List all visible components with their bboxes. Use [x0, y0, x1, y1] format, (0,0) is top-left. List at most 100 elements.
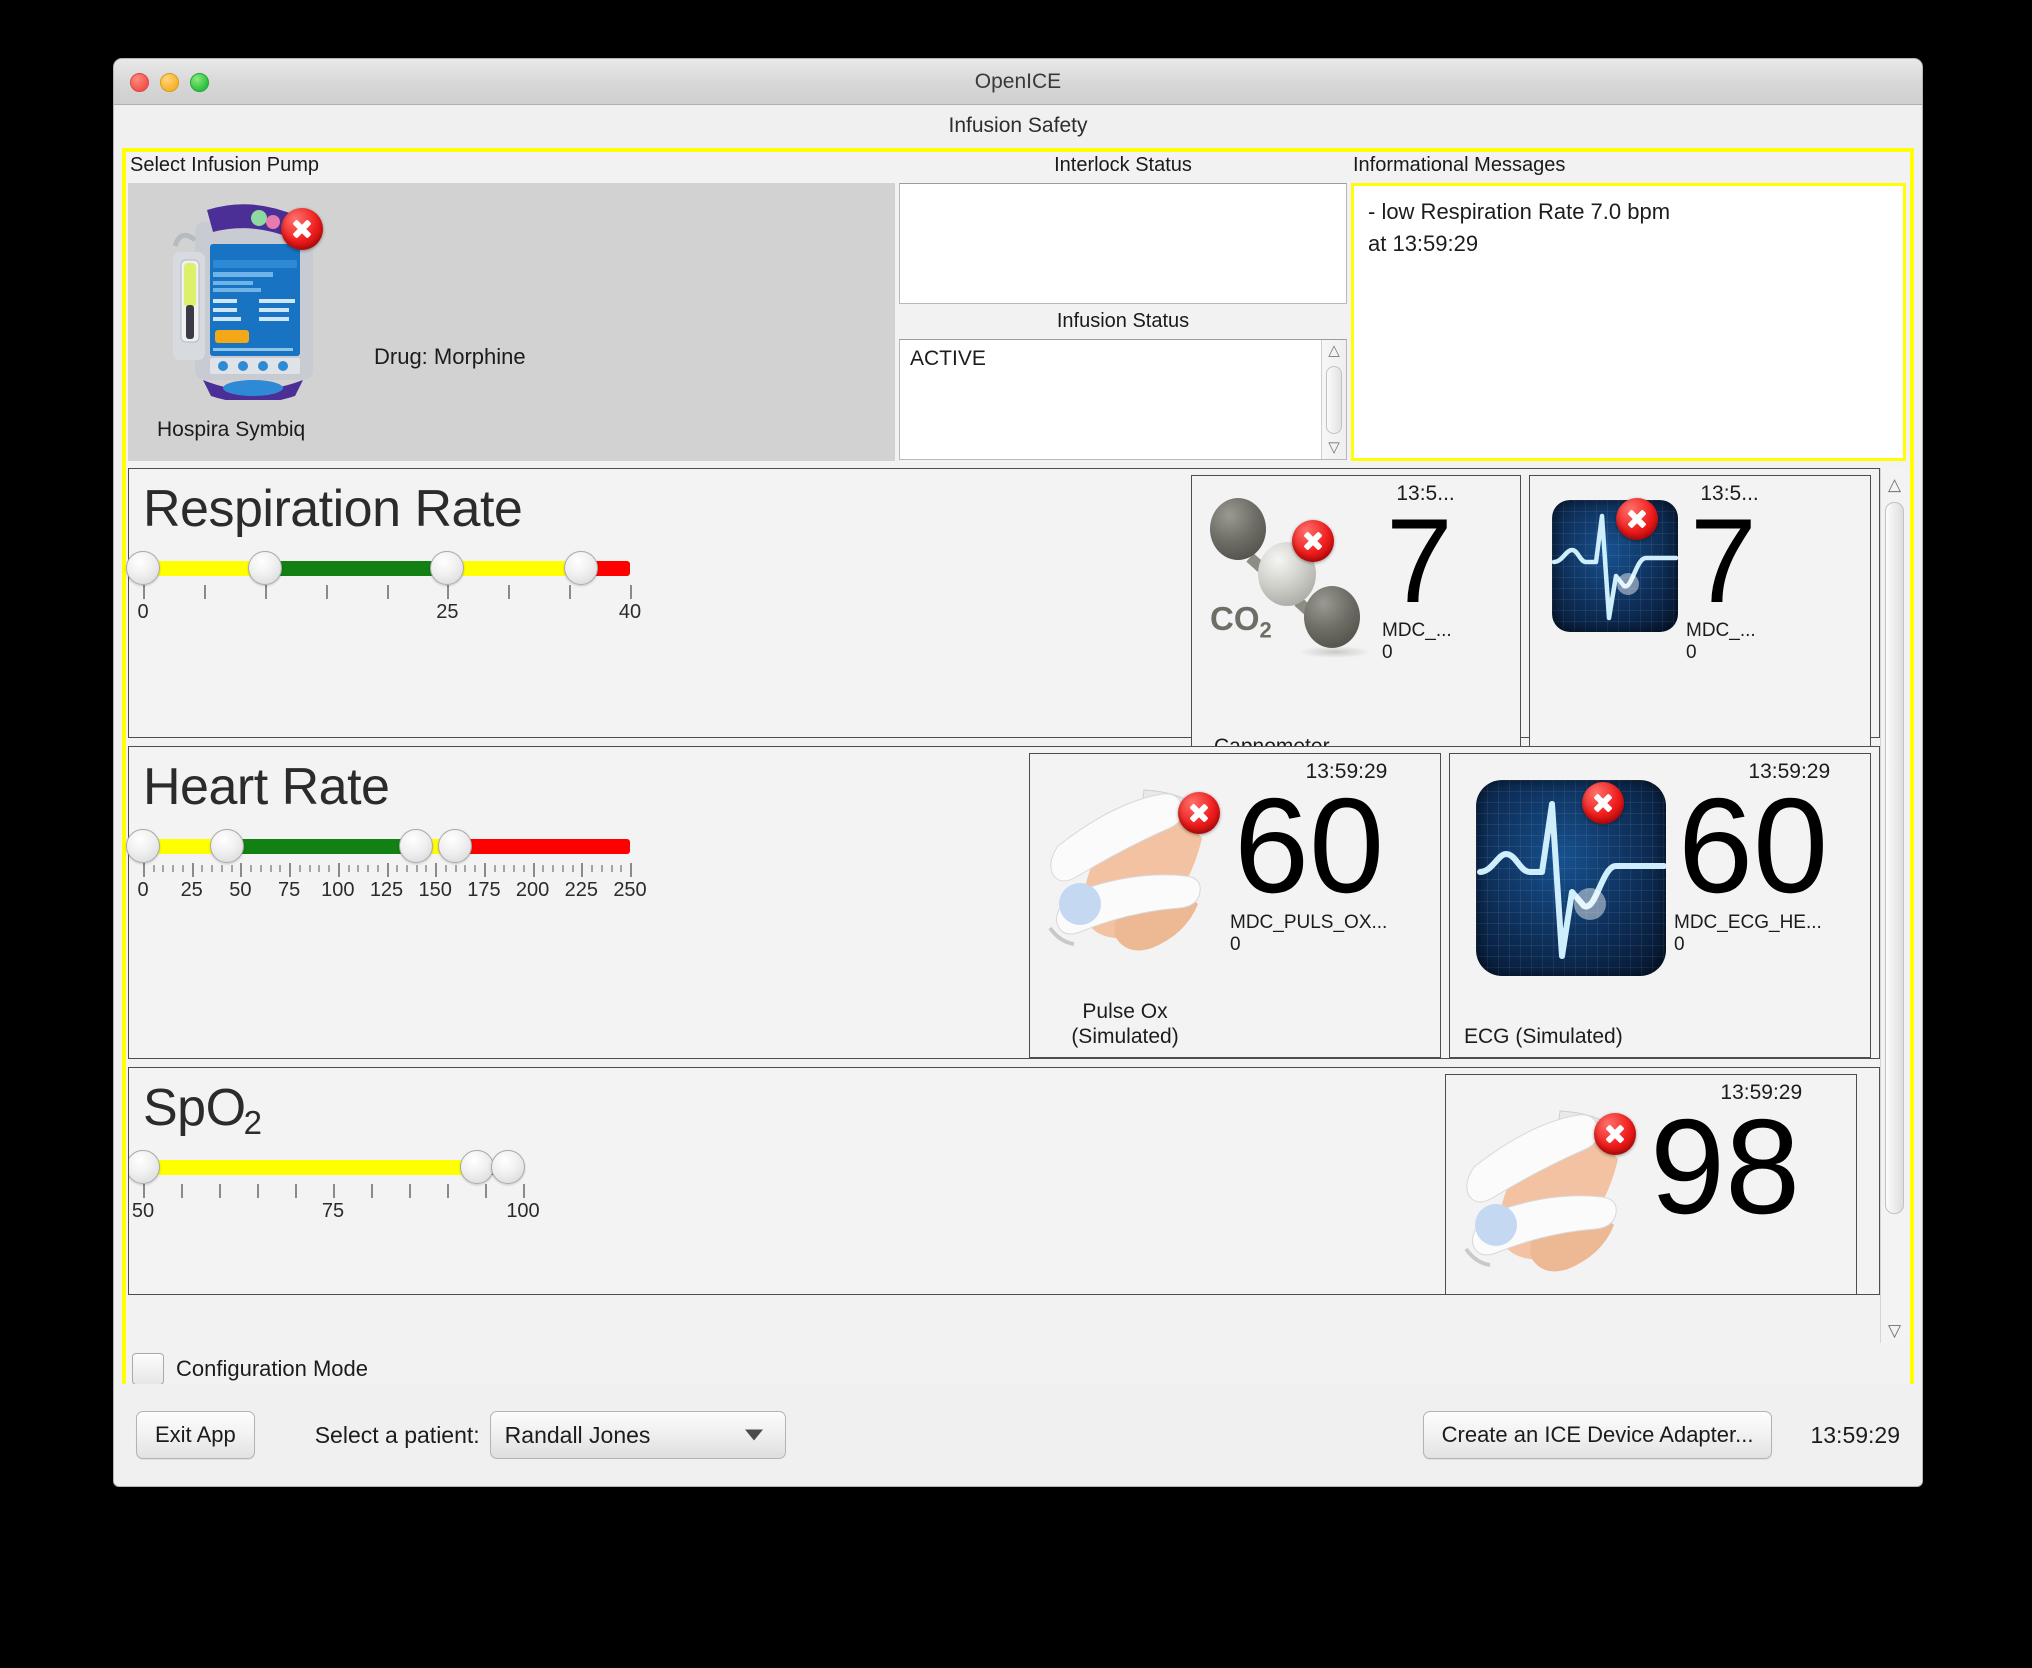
spo2-slider[interactable]: 50 75 100	[129, 1140, 1445, 1232]
respiration-rate-device-tiles: CO2 13:5... 7 MDC_... 0 13:5... 7 MDC_..…	[1191, 469, 1879, 793]
slider-range-segment	[143, 1160, 478, 1175]
app-window: OpenICE Infusion Safety Select Infusion …	[113, 58, 1923, 1487]
capnometer-metric-instance: 0	[1382, 642, 1393, 664]
configuration-mode-label: Configuration Mode	[176, 1356, 369, 1381]
slider-thumb-0[interactable]	[129, 1150, 160, 1184]
slider-tick	[152, 865, 155, 872]
scrollbar-thumb[interactable]	[1885, 502, 1904, 1214]
slider-tick	[503, 865, 506, 872]
device-tile-ecg-hr[interactable]: 13:59:29 60 MDC_ECG_HE... 0 ECG (Simulat…	[1449, 753, 1871, 1058]
slider-tick	[257, 1184, 259, 1198]
heart-rate-device-tiles: 13:59:29 60 MDC_PULS_OX... 0 Pulse Ox (S…	[1029, 747, 1879, 1058]
spo2-pulse-ox-icon-wrap	[1446, 1075, 1638, 1281]
slider-ticks	[143, 863, 632, 877]
pulse-ox-hr-metric: MDC_PULS_OX... 0	[1224, 908, 1395, 956]
infusion-status-box[interactable]: ACTIVE △ ▽	[899, 339, 1347, 460]
slider-tick	[405, 865, 408, 872]
scrollbar-thumb[interactable]	[1326, 366, 1342, 434]
create-ice-device-adapter-button[interactable]: Create an ICE Device Adapter...	[1422, 1411, 1773, 1459]
slider-tick	[259, 865, 262, 872]
slider-tick	[415, 865, 418, 872]
slider-thumb-3[interactable]	[564, 551, 599, 585]
slider-tick-label: 100	[506, 1200, 540, 1222]
interlock-status-value[interactable]	[899, 183, 1347, 304]
ecg-hr-device-label: ECG (Simulated)	[1464, 1025, 1623, 1049]
slider-tick	[444, 865, 447, 872]
co2-molecule-icon: CO2	[1204, 490, 1374, 662]
informational-messages-text[interactable]: - low Respiration Rate 7.0 bpm at 13:59:…	[1351, 183, 1906, 461]
slider-tick	[328, 865, 331, 872]
slider-tick	[620, 865, 623, 872]
ecg-rr-metric-id: MDC_...	[1686, 620, 1756, 642]
slider-tick	[376, 865, 379, 872]
capnometer-readout: 13:5... 7 MDC_... 0	[1374, 476, 1463, 664]
slider-tick	[523, 1184, 525, 1198]
capnometer-error-badge	[1292, 520, 1334, 562]
slider-tick	[396, 865, 399, 872]
slider-tick	[308, 865, 311, 872]
slider-tick-label: 0	[137, 601, 149, 623]
slider-thumb-1[interactable]	[460, 1150, 495, 1184]
infusion-safety-panel: Select Infusion Pump Drug: Morphine Hosp…	[122, 148, 1914, 1399]
respiration-rate-slider[interactable]: 0 25 40	[126, 541, 1191, 633]
slider-thumb-1[interactable]	[247, 551, 282, 585]
infusion-status-scrollbar[interactable]: △ ▽	[1321, 340, 1346, 459]
patient-select-dropdown[interactable]: Randall Jones	[489, 1411, 786, 1459]
slider-tick-label: 200	[515, 879, 550, 901]
scroll-down-icon[interactable]: ▽	[1322, 437, 1346, 459]
infusion-pump-tile[interactable]: Drug: Morphine Hospira Symbiq	[128, 183, 895, 461]
capnometer-metric-id: MDC_...	[1382, 620, 1452, 642]
vitals-area: Respiration Rate 0 25 40 CO2 13:5... 7 M…	[126, 468, 1908, 1348]
capnometer-value: 7	[1386, 494, 1453, 628]
vitals-scrollbar[interactable]: △ ▽	[1880, 468, 1908, 1348]
chevron-down-icon	[744, 1429, 763, 1441]
select-patient-label: Select a patient:	[314, 1421, 480, 1448]
slider-tick	[347, 865, 350, 872]
slider-tick	[483, 863, 486, 877]
ecg-rr-value: 7	[1690, 494, 1757, 628]
scroll-up-icon[interactable]: △	[1322, 340, 1346, 362]
slider-tick	[250, 865, 253, 872]
slider-track[interactable]	[143, 561, 630, 576]
slider-tick	[552, 865, 555, 872]
slider-thumb-1[interactable]	[209, 829, 244, 863]
spo2-device-tiles: 13:59:29 98	[1445, 1068, 1879, 1294]
slider-tick	[264, 585, 267, 599]
slider-tick	[371, 1184, 373, 1198]
heart-rate-slider[interactable]: 0 25 50 75 100 125 150 175 200 225 250	[126, 819, 1029, 911]
device-tile-pulse-ox-spo2[interactable]: 13:59:29 98	[1445, 1074, 1857, 1294]
spo2-readout: 13:59:29 98	[1638, 1075, 1810, 1281]
slider-thumb-0[interactable]	[126, 551, 160, 585]
slider-thumb-3[interactable]	[437, 829, 472, 863]
ecg-hr-value: 60	[1678, 770, 1829, 921]
infusion-status-value: ACTIVE	[910, 347, 986, 370]
scroll-up-icon[interactable]: △	[1881, 472, 1908, 498]
slider-thumb-2[interactable]	[490, 1150, 525, 1184]
slider-thumb-2[interactable]	[398, 829, 433, 863]
slider-tick	[269, 865, 272, 872]
spo2-title-text: SpO	[143, 1079, 246, 1137]
select-infusion-pump-column: Select Infusion Pump Drug: Morphine Hosp…	[126, 152, 897, 464]
ecg-rr-metric-instance: 0	[1686, 642, 1697, 664]
slider-thumb-0[interactable]	[126, 829, 160, 863]
screen-title: Infusion Safety	[948, 114, 1088, 137]
slider-tick-label: 125	[369, 879, 404, 901]
slider-tick	[220, 865, 223, 872]
scroll-down-icon[interactable]: ▽	[1881, 1318, 1908, 1344]
pump-device-name: Hospira Symbiq	[157, 418, 306, 441]
slider-tick	[542, 865, 545, 872]
exit-app-button[interactable]: Exit App	[136, 1411, 255, 1459]
ecg-hr-metric: MDC_ECG_HE... 0	[1668, 908, 1830, 956]
slider-tick-label: 150	[418, 879, 452, 901]
slider-tick	[289, 863, 292, 877]
status-column: Interlock Status Infusion Status ACTIVE …	[897, 152, 1349, 464]
slider-tick	[493, 865, 496, 872]
slider-tick	[464, 865, 467, 872]
slider-thumb-2[interactable]	[430, 551, 465, 585]
slider-ticks	[143, 1184, 525, 1198]
slider-tick	[337, 863, 340, 877]
device-tile-pulse-ox-hr[interactable]: 13:59:29 60 MDC_PULS_OX... 0 Pulse Ox (S…	[1029, 753, 1441, 1058]
pulse-ox-hr-metric-id: MDC_PULS_OX...	[1230, 912, 1388, 934]
configuration-mode-checkbox[interactable]	[132, 1353, 164, 1385]
bottom-toolbar: Exit App Select a patient: Randall Jones…	[114, 1384, 1922, 1486]
